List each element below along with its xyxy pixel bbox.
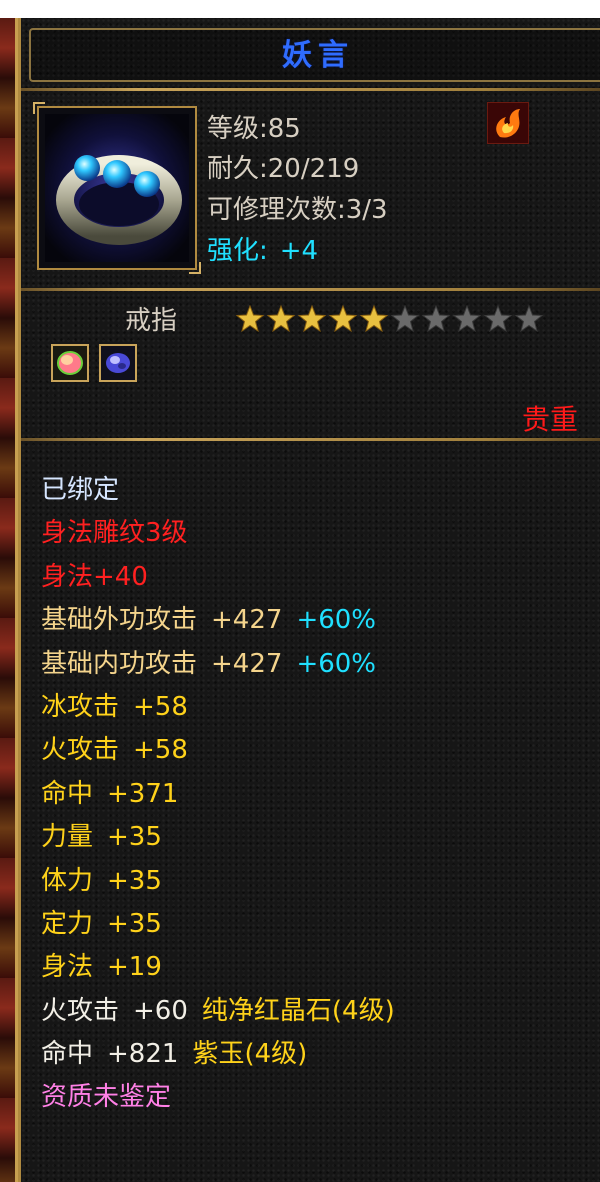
attribute-row: 身法+40	[41, 557, 600, 600]
attribute-text: 身法雕纹3级	[41, 518, 188, 549]
title-bar: 妖言	[29, 28, 600, 82]
attribute-text: 火攻击	[41, 735, 120, 766]
star-filled-icon	[266, 304, 296, 333]
item-type: 戒指	[125, 306, 178, 336]
star-filled-icon	[328, 304, 358, 333]
attribute-text: 力量	[41, 822, 94, 853]
attribute-text: 紫玉(4级)	[192, 1039, 308, 1070]
star-empty-icon	[514, 304, 544, 333]
attribute-row: 力量 +35	[41, 817, 600, 860]
attribute-text: 冰攻击	[41, 691, 120, 722]
attribute-text: 体力	[41, 865, 94, 896]
attribute-text: +821	[107, 1039, 179, 1070]
attribute-text: 命中	[41, 778, 94, 809]
star-empty-icon	[483, 304, 513, 333]
item-enhance: 强化: +4	[207, 230, 318, 267]
attribute-text: 命中	[41, 1039, 94, 1070]
attribute-text: +60%	[296, 648, 377, 679]
star-empty-icon	[421, 304, 451, 333]
star-rating	[235, 304, 545, 334]
attribute-text: +35	[107, 908, 162, 939]
attribute-text: +427	[211, 605, 283, 636]
divider	[21, 88, 600, 91]
attribute-text: 纯净红晶石(4级)	[201, 995, 395, 1026]
enhance-value: +4	[279, 236, 319, 266]
attribute-row: 基础外功攻击 +427 +60%	[41, 600, 600, 643]
attribute-text: 身法+40	[41, 561, 148, 592]
attribute-row: 命中 +371	[41, 774, 600, 817]
attribute-row: 火攻击 +60 纯净红晶石(4级)	[41, 991, 600, 1034]
divider	[21, 438, 600, 441]
attribute-row: 身法雕纹3级	[41, 513, 600, 556]
attribute-row: 定力 +35	[41, 904, 600, 947]
attribute-text: +60%	[296, 605, 377, 636]
background-game-ui-strip	[0, 18, 18, 1182]
game-tooltip-screen: 妖言 等级:85 耐久:20/219 可修理次数:3/3 强化: +4 戒指 贵…	[0, 0, 600, 1182]
attribute-text: +58	[133, 691, 188, 722]
attribute-text: 已绑定	[41, 475, 120, 505]
attribute-list: 已绑定身法雕纹3级 身法+40 基础外功攻击 +427 +60% 基础内功攻击 +427 +6…	[41, 470, 600, 1121]
purple-jade-gem-icon[interactable]	[99, 344, 137, 382]
star-filled-icon	[297, 304, 327, 333]
attribute-row: 身法 +19	[41, 947, 600, 990]
attribute-text: +35	[107, 822, 162, 853]
item-rarity: 贵重	[521, 403, 578, 436]
attribute-row: 已绑定	[41, 470, 600, 513]
attribute-text: +19	[107, 952, 162, 983]
item-repair-count: 可修理次数:3/3	[207, 195, 388, 225]
attribute-text: 火攻击	[41, 995, 120, 1026]
fire-element-icon	[487, 102, 529, 144]
attribute-text: +371	[107, 778, 179, 809]
star-empty-icon	[390, 304, 420, 333]
attribute-row: 基础内功攻击 +427 +60%	[41, 644, 600, 687]
star-filled-icon	[235, 304, 265, 333]
attribute-row: 体力 +35	[41, 861, 600, 904]
item-name: 妖言	[282, 38, 354, 73]
red-crystal-gem-icon[interactable]	[51, 344, 89, 382]
attribute-row: 火攻击 +58	[41, 730, 600, 773]
item-level: 等级:85	[207, 114, 301, 144]
attribute-text: 定力	[41, 908, 94, 939]
attribute-text: +58	[133, 735, 188, 766]
attribute-text: 基础外功攻击	[41, 605, 198, 636]
attribute-row: 命中 +821 紫玉(4级)	[41, 1034, 600, 1077]
attribute-row: 冰攻击 +58	[41, 687, 600, 730]
attribute-text: 身法	[41, 952, 94, 983]
star-empty-icon	[452, 304, 482, 333]
attribute-text: +60	[133, 995, 188, 1026]
divider	[21, 288, 600, 291]
attribute-row: 资质未鉴定	[41, 1077, 600, 1120]
attribute-text: 基础内功攻击	[41, 648, 198, 679]
item-icon-slot[interactable]	[33, 102, 201, 274]
attribute-text: 资质未鉴定	[41, 1082, 172, 1113]
attribute-text: +427	[211, 648, 283, 679]
item-tooltip-panel: 妖言 等级:85 耐久:20/219 可修理次数:3/3 强化: +4 戒指 贵…	[18, 18, 600, 1182]
item-durability: 耐久:20/219	[207, 154, 360, 184]
silver-ring-with-blue-gems-icon	[45, 114, 189, 262]
star-filled-icon	[359, 304, 389, 333]
attribute-text: +35	[107, 865, 162, 896]
enhance-label: 强化:	[207, 236, 268, 266]
